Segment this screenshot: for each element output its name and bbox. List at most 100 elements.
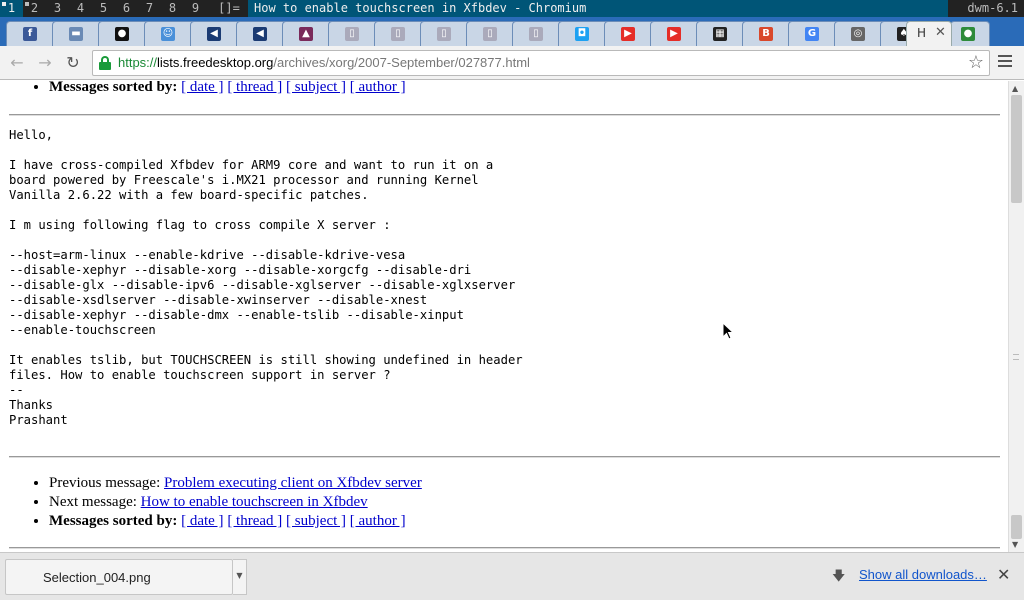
close-shelf-icon[interactable]: ✕: [997, 565, 1010, 584]
vertical-scrollbar[interactable]: ▲ ▼: [1008, 81, 1024, 552]
page-content: Messages sorted by: [ date ] [ thread ] …: [0, 81, 1008, 552]
browser-tab[interactable]: ◀: [236, 21, 288, 46]
page-icon: ▯: [437, 27, 451, 41]
dwm-tag-9[interactable]: 9: [184, 0, 207, 17]
browser-tab[interactable]: f: [6, 21, 58, 46]
browser-tab[interactable]: B: [742, 21, 794, 46]
download-item-menu-button[interactable]: ▼: [233, 559, 247, 595]
scrollbar-thumb[interactable]: [1011, 95, 1022, 203]
sort-by-subject-link[interactable]: [ subject ]: [286, 513, 346, 529]
sort-by-subject-link[interactable]: [ subject ]: [286, 81, 346, 95]
url-path: /archives/xorg/2007-September/027877.htm…: [273, 55, 530, 70]
divider: [9, 547, 1000, 549]
url-text[interactable]: https://lists.freedesktop.org/archives/x…: [118, 55, 530, 70]
scroll-down-icon[interactable]: ▼: [1012, 540, 1018, 549]
dwm-tag-2[interactable]: 2: [23, 0, 46, 17]
close-tab-icon[interactable]: ✕: [935, 25, 946, 40]
download-item[interactable]: Selection_004.png: [5, 559, 233, 595]
browser-tab[interactable]: ▬: [52, 21, 104, 46]
dwm-layout-symbol[interactable]: []=: [214, 0, 244, 17]
dwm-tags: 123456789: [0, 0, 207, 17]
sort-by-thread-link[interactable]: [ thread ]: [227, 81, 282, 95]
list-item: Messages sorted by: [ date ] [ thread ] …: [49, 512, 422, 531]
previous-message-label: Previous message:: [49, 475, 161, 491]
dark-app-icon: ▦: [713, 27, 727, 41]
browser-tab[interactable]: ◘: [558, 21, 610, 46]
dwm-tag-3[interactable]: 3: [46, 0, 69, 17]
back-button[interactable]: ←: [6, 52, 28, 74]
dwm-tag-8[interactable]: 8: [161, 0, 184, 17]
contact-icon: ☺: [161, 27, 175, 41]
mouse-cursor-icon: [722, 322, 734, 340]
browser-tab[interactable]: ▯: [420, 21, 472, 46]
sort-by-date-link[interactable]: [ date ]: [181, 81, 223, 95]
facebook-icon: f: [23, 27, 37, 41]
lock-icon: [99, 56, 111, 70]
divider: [9, 114, 1000, 116]
dwm-tag-1[interactable]: 1: [0, 0, 23, 17]
sorted-by-label: Messages sorted by:: [49, 81, 178, 95]
sort-by-thread-link[interactable]: [ thread ]: [227, 513, 282, 529]
url-scheme: https://: [118, 55, 158, 70]
compass-icon: ◎: [851, 27, 865, 41]
dwm-window-title: How to enable touchscreen in Xfbdev - Ch…: [248, 0, 948, 17]
forward-button[interactable]: →: [34, 52, 56, 74]
browser-tab[interactable]: ▯: [328, 21, 380, 46]
browser-toolbar: ← → ↻ https://lists.freedesktop.org/arch…: [0, 46, 1024, 80]
address-bar[interactable]: https://lists.freedesktop.org/archives/x…: [92, 50, 990, 76]
bookmark-star-icon[interactable]: ☆: [968, 52, 984, 73]
browser-tab[interactable]: ▲: [282, 21, 334, 46]
occupied-indicator: [25, 2, 29, 6]
sort-by-author-link[interactable]: [ author ]: [350, 513, 406, 529]
scrollbar-grip: [1013, 354, 1019, 360]
square-app-icon: ◘: [575, 27, 589, 41]
sort-by-author-link[interactable]: [ author ]: [350, 81, 406, 95]
dwm-bar: 123456789 []= How to enable touchscreen …: [0, 0, 1024, 17]
dwm-tag-5[interactable]: 5: [92, 0, 115, 17]
tab-strip: f ▬ ● ☺ ◀ ◀ ▲ ▯ ▯ ▯ ▯ ▯ ◘ ▶ ▶ ▦ B G ◎ ♠ H ✕ ●: [0, 17, 1024, 46]
menu-icon[interactable]: [998, 55, 1012, 69]
youtube-icon: ▶: [667, 27, 681, 41]
browser-tab[interactable]: ●: [950, 21, 990, 46]
scrollbar-thumb-lower[interactable]: [1011, 515, 1022, 539]
browser-tab[interactable]: ▦: [696, 21, 748, 46]
browser-tab[interactable]: ▯: [466, 21, 518, 46]
reload-button[interactable]: ↻: [62, 52, 84, 74]
divider: [9, 456, 1000, 458]
browser-tab[interactable]: ▯: [512, 21, 564, 46]
chat-icon: ▬: [69, 27, 83, 41]
browser-tab[interactable]: G: [788, 21, 840, 46]
browser-tab[interactable]: ●: [98, 21, 150, 46]
scroll-up-icon[interactable]: ▲: [1012, 84, 1018, 93]
page-icon: ▯: [345, 27, 359, 41]
download-arrow-icon: 🡇: [832, 569, 846, 584]
list-item: Messages sorted by: [ date ] [ thread ] …: [49, 81, 406, 97]
list-item: Next message: How to enable touchscreen …: [49, 493, 422, 512]
browser-tab[interactable]: ▶: [604, 21, 656, 46]
download-shelf: Selection_004.png ▼ 🡇 Show all downloads…: [0, 552, 1024, 600]
b-app-icon: B: [759, 27, 773, 41]
previous-message-link[interactable]: Problem executing client on Xfbdev serve…: [164, 475, 422, 491]
active-browser-tab[interactable]: H ✕: [906, 21, 952, 46]
show-all-downloads-link[interactable]: Show all downloads…: [859, 567, 987, 582]
list-item: Previous message: Problem executing clie…: [49, 474, 422, 493]
tab-title: H: [917, 26, 927, 40]
sort-by-date-link[interactable]: [ date ]: [181, 513, 223, 529]
browser-tab[interactable]: ◀: [190, 21, 242, 46]
download-file-name: Selection_004.png: [43, 570, 151, 585]
google-icon: G: [805, 27, 819, 41]
url-host: lists.freedesktop.org: [157, 55, 274, 70]
arrow-right-icon: →: [38, 53, 52, 72]
browser-tab[interactable]: ▶: [650, 21, 702, 46]
browser-tab[interactable]: ▯: [374, 21, 426, 46]
dwm-tag-7[interactable]: 7: [138, 0, 161, 17]
chevron-down-icon: ▼: [236, 571, 243, 580]
page-icon: ▯: [483, 27, 497, 41]
dwm-tag-6[interactable]: 6: [115, 0, 138, 17]
next-message-link[interactable]: How to enable touchscreen in Xfbdev: [141, 494, 368, 510]
dwm-tag-4[interactable]: 4: [69, 0, 92, 17]
browser-tab[interactable]: ☺: [144, 21, 196, 46]
arrow-left-icon: ←: [10, 53, 24, 72]
occupied-indicator: [2, 2, 6, 6]
browser-tab[interactable]: ◎: [834, 21, 886, 46]
